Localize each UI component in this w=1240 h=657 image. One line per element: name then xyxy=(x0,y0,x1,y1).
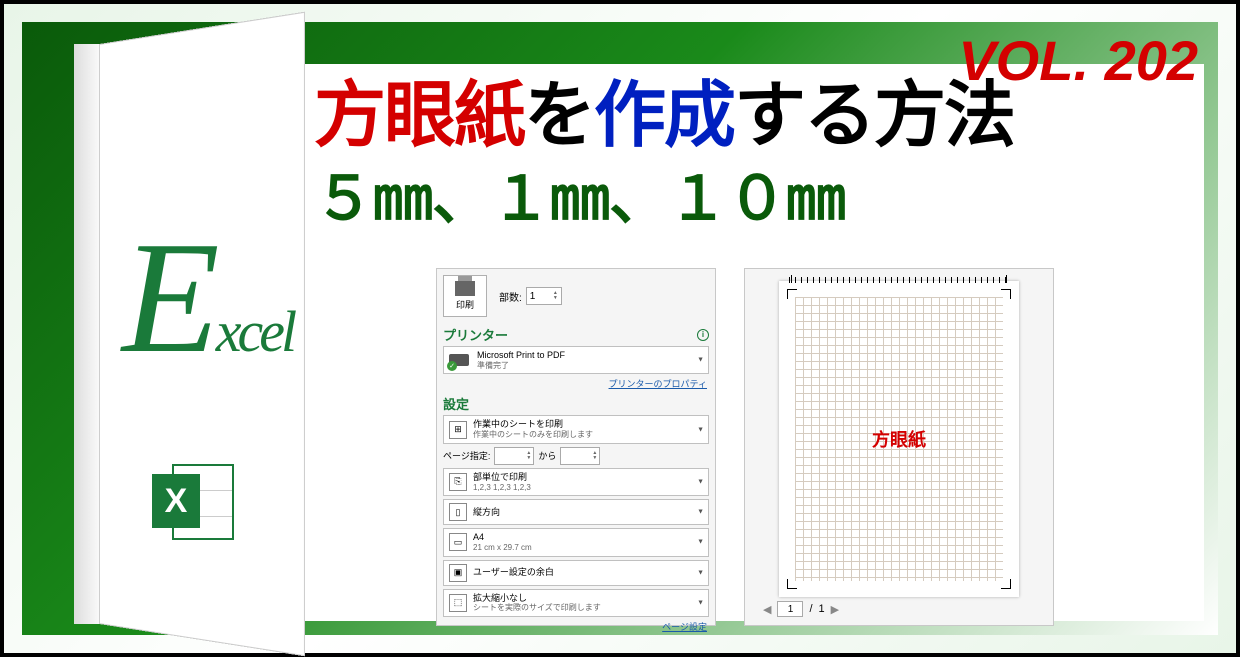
copies-input[interactable]: 1 ▲▼ xyxy=(526,287,562,305)
spinner-arrows-icon: ▲▼ xyxy=(553,291,558,301)
page-navigator: ◀ 1 / 1 ▶ xyxy=(763,601,839,617)
margins-icon: ▣ xyxy=(449,564,467,582)
title-line-1: 方眼紙を作成する方法 xyxy=(314,79,1014,155)
printer-name: Microsoft Print to PDF xyxy=(477,350,703,361)
collate-icon: ⎘ xyxy=(449,473,467,491)
chevron-down-icon: ▼ xyxy=(697,357,704,364)
chevron-down-icon: ▼ xyxy=(697,599,704,606)
page-to-input[interactable]: ▲▼ xyxy=(560,447,600,465)
margins-selector[interactable]: ▣ ユーザー設定の余白 ▼ xyxy=(443,560,709,586)
collate-selector[interactable]: ⎘ 部単位で印刷 1,2,3 1,2,3 1,2,3 ▼ xyxy=(443,468,709,496)
excel-branding: Excel X xyxy=(122,229,282,545)
printer-status: 準備完了 xyxy=(477,361,703,371)
chevron-down-icon: ▼ xyxy=(697,569,704,576)
current-page-value: 1 xyxy=(788,604,794,615)
paper-size-selector[interactable]: ▭ A4 21 cm x 29.7 cm ▼ xyxy=(443,528,709,556)
title-block: 方眼紙を作成する方法 ５㎜、１㎜、１０㎜ xyxy=(314,79,1014,237)
total-pages: 1 xyxy=(819,603,825,615)
printer-device-icon: ✓ xyxy=(449,351,471,369)
grid-paper-label: 方眼紙 xyxy=(872,426,926,452)
collate-sub: 1,2,3 1,2,3 1,2,3 xyxy=(473,483,703,493)
spinner-arrows-icon: ▲▼ xyxy=(592,451,597,461)
scaling-icon: ⬚ xyxy=(449,594,467,612)
excel-x-badge: X xyxy=(152,474,200,528)
current-page-input[interactable]: 1 xyxy=(777,601,803,617)
chevron-down-icon: ▼ xyxy=(697,478,704,485)
scaling-title: 拡大縮小なし xyxy=(473,593,703,604)
printer-selector[interactable]: ✓ Microsoft Print to PDF 準備完了 ▼ xyxy=(443,346,709,374)
print-button[interactable]: 印刷 xyxy=(443,275,487,317)
prev-page-button[interactable]: ◀ xyxy=(763,603,771,616)
print-settings-panel: 印刷 部数: 1 ▲▼ プリンター i ✓ Microsoft Print to… xyxy=(436,268,716,626)
excel-letter-e: E xyxy=(122,208,216,386)
margins-label: ユーザー設定の余白 xyxy=(473,567,703,578)
print-button-label: 印刷 xyxy=(456,298,474,311)
copies-label: 部数: xyxy=(499,289,522,304)
preview-page: 方眼紙 xyxy=(779,281,1019,597)
orientation-label: 縦方向 xyxy=(473,507,703,518)
page-range-label: ページ指定: xyxy=(443,449,490,462)
print-scope-selector[interactable]: ⊞ 作業中のシートを印刷 作業中のシートのみを印刷します ▼ xyxy=(443,415,709,443)
settings-section-header: 設定 xyxy=(443,394,709,413)
title-part-3: 作成 xyxy=(594,76,734,156)
print-button-row: 印刷 部数: 1 ▲▼ xyxy=(443,275,709,317)
ruler-mark xyxy=(791,275,792,283)
spinner-arrows-icon: ▲▼ xyxy=(526,451,531,461)
scaling-selector[interactable]: ⬚ 拡大縮小なし シートを実際のサイズで印刷します ▼ xyxy=(443,589,709,617)
print-preview-panel: 方眼紙 ◀ 1 / 1 ▶ xyxy=(744,268,1054,626)
paper-sub: 21 cm x 29.7 cm xyxy=(473,543,703,553)
scope-title: 作業中のシートを印刷 xyxy=(473,419,703,430)
chevron-down-icon: ▼ xyxy=(697,539,704,546)
paper-title: A4 xyxy=(473,532,703,543)
info-icon[interactable]: i xyxy=(697,329,709,341)
printer-icon xyxy=(455,281,475,296)
page-sep: / xyxy=(809,603,812,615)
excel-app-icon: X xyxy=(152,460,237,545)
settings-section-label: 設定 xyxy=(443,394,469,413)
scope-sub: 作業中のシートのみを印刷します xyxy=(473,430,703,440)
page-setup-link[interactable]: ページ設定 xyxy=(443,620,707,633)
sheet-icon: ⊞ xyxy=(449,421,467,439)
grid-paper-preview: 方眼紙 xyxy=(795,297,1003,581)
page-range-to-label: から xyxy=(538,449,556,462)
excel-wordmark: Excel xyxy=(122,229,282,365)
volume-number: VOL. 202 xyxy=(958,28,1198,93)
title-part-1: 方眼紙 xyxy=(314,76,524,156)
next-page-button[interactable]: ▶ xyxy=(831,603,839,616)
ruler-top xyxy=(789,277,1009,283)
chevron-down-icon: ▼ xyxy=(697,509,704,516)
copies-value: 1 xyxy=(530,291,536,302)
printer-section-header: プリンター i xyxy=(443,325,709,344)
printer-properties-link[interactable]: プリンターのプロパティ xyxy=(443,377,707,390)
page-from-input[interactable]: ▲▼ xyxy=(494,447,534,465)
copies-row: 部数: 1 ▲▼ xyxy=(499,287,562,305)
collate-title: 部単位で印刷 xyxy=(473,472,703,483)
excel-letter-rest: xcel xyxy=(216,299,293,364)
scaling-sub: シートを実際のサイズで印刷します xyxy=(473,603,703,613)
title-sizes: ５㎜、１㎜、１０㎜ xyxy=(314,150,1014,237)
chevron-down-icon: ▼ xyxy=(697,426,704,433)
page-range-row: ページ指定: ▲▼ から ▲▼ xyxy=(443,447,709,465)
orientation-selector[interactable]: ▯ 縦方向 ▼ xyxy=(443,499,709,525)
ruler-mark xyxy=(1006,275,1007,283)
printer-section-label: プリンター xyxy=(443,325,508,344)
paper-icon: ▭ xyxy=(449,533,467,551)
thumbnail-frame: Excel X VOL. 202 方眼紙を作成する方法 ５㎜、１㎜、１０㎜ 印刷… xyxy=(0,0,1240,657)
portrait-icon: ▯ xyxy=(449,503,467,521)
title-part-2: を xyxy=(524,76,594,156)
